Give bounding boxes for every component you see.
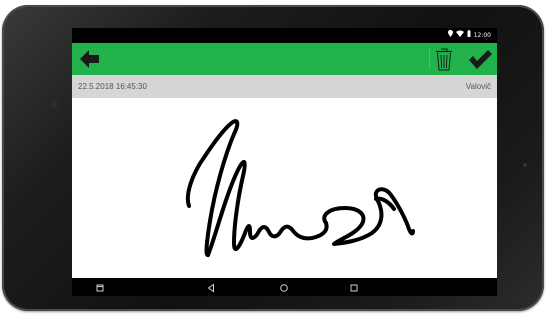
back-triangle-icon	[207, 283, 214, 293]
delete-button[interactable]	[434, 46, 454, 72]
home-circle-icon	[280, 284, 288, 292]
front-camera	[51, 101, 57, 107]
status-icons: 12:00	[447, 30, 491, 41]
nav-back-button[interactable]	[205, 281, 217, 293]
signature-canvas[interactable]	[72, 98, 497, 278]
signer-name: Valovič	[465, 82, 491, 91]
overview-square-icon	[350, 284, 358, 292]
status-bar: 12:00	[72, 28, 497, 43]
battery-icon	[467, 30, 471, 41]
back-button[interactable]	[78, 48, 102, 70]
arrow-left-icon	[80, 50, 99, 68]
app-screen: 12:00 22.5.2018 16:45:30 Valovič	[72, 28, 497, 296]
sensor	[523, 163, 527, 167]
system-nav-bar	[72, 278, 497, 296]
location-icon	[447, 30, 453, 41]
status-time: 12:00	[473, 31, 491, 39]
signature-timestamp: 22.5.2018 16:45:30	[78, 82, 147, 91]
trash-icon	[436, 48, 452, 71]
nav-home-button[interactable]	[278, 281, 290, 293]
app-bar	[72, 43, 497, 75]
wifi-icon	[455, 30, 464, 41]
signature-stroke	[185, 119, 415, 258]
tablet-device: 12:00 22.5.2018 16:45:30 Valovič	[0, 0, 548, 315]
info-bar: 22.5.2018 16:45:30 Valovič	[72, 75, 497, 98]
nav-overview-button[interactable]	[348, 281, 360, 293]
recent-apps-button[interactable]	[94, 281, 106, 293]
confirm-button[interactable]	[467, 47, 493, 71]
recent-apps-icon	[96, 284, 104, 292]
action-divider	[429, 49, 430, 69]
check-icon	[469, 50, 492, 69]
